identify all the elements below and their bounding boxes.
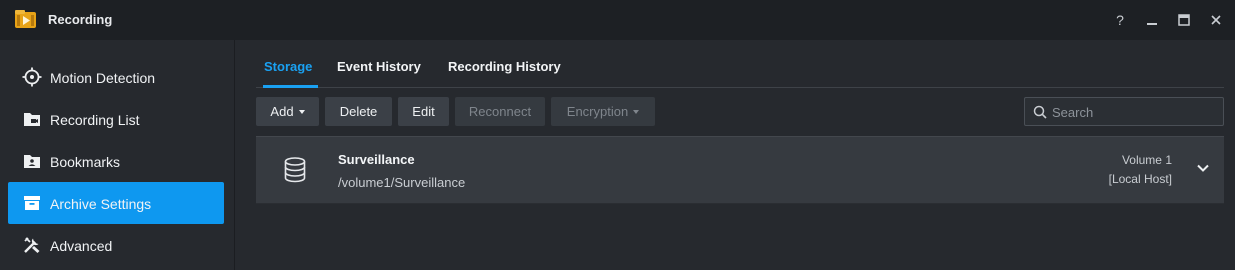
maximize-icon[interactable] (1174, 10, 1194, 30)
bookmark-folder-icon (24, 155, 40, 168)
active-tab-indicator (263, 85, 318, 88)
sidebar-item-label: Motion Detection (50, 70, 156, 86)
search-box[interactable] (1024, 97, 1224, 126)
tab-bar: Storage Event History Recording History (256, 40, 1224, 88)
folder-video-icon (24, 113, 40, 126)
storage-volume: Volume 1 (1121, 153, 1172, 167)
main-panel: Storage Event History Recording History … (236, 40, 1235, 270)
sidebar-item-label: Advanced (50, 238, 113, 254)
sidebar-item-archive-settings[interactable]: Archive Settings (8, 182, 224, 224)
search-input[interactable] (1052, 102, 1217, 122)
storage-path: /volume1/Surveillance (338, 175, 466, 190)
storage-host: [Local Host] (1108, 172, 1172, 186)
edit-button-label: Edit (412, 104, 435, 119)
archive-box-icon (24, 196, 40, 210)
search-icon (1033, 105, 1047, 119)
sidebar-item-advanced[interactable]: Advanced (8, 224, 224, 266)
recording-app-icon (15, 10, 36, 28)
chevron-down-icon (633, 110, 640, 114)
delete-button-label: Delete (339, 104, 378, 119)
window-title: Recording (48, 12, 113, 27)
minimize-icon[interactable] (1142, 10, 1162, 30)
sidebar-item-label: Recording List (50, 112, 140, 128)
sidebar: Motion Detection Recording List Bookmark… (0, 40, 235, 270)
encryption-button[interactable]: Encryption (551, 97, 655, 126)
sidebar-item-motion-detection[interactable]: Motion Detection (8, 56, 224, 98)
crosshair-icon (22, 67, 42, 87)
sidebar-item-label: Bookmarks (50, 154, 121, 170)
delete-button[interactable]: Delete (325, 97, 392, 126)
add-button-label: Add (270, 104, 294, 119)
encryption-button-label: Encryption (566, 104, 629, 119)
sidebar-item-recording-list[interactable]: Recording List (8, 98, 224, 140)
help-icon[interactable]: ? (1110, 10, 1130, 30)
chevron-down-icon (298, 110, 305, 114)
storage-name: Surveillance (338, 152, 415, 167)
chevron-down-icon[interactable] (1196, 161, 1210, 175)
edit-button[interactable]: Edit (398, 97, 449, 126)
reconnect-button-label: Reconnect (468, 104, 532, 119)
sidebar-item-bookmarks[interactable]: Bookmarks (8, 140, 224, 182)
tools-icon (24, 237, 40, 253)
storage-list-item[interactable]: Surveillance /volume1/Surveillance Volum… (256, 136, 1224, 204)
title-bar: Recording ? (0, 0, 1235, 40)
database-icon (284, 157, 306, 183)
tab-event-history[interactable]: Event History (337, 59, 421, 74)
add-button[interactable]: Add (256, 97, 319, 126)
sidebar-item-label: Archive Settings (50, 196, 152, 212)
reconnect-button[interactable]: Reconnect (455, 97, 545, 126)
tab-storage[interactable]: Storage (264, 59, 312, 74)
tab-recording-history[interactable]: Recording History (448, 59, 561, 74)
close-icon[interactable] (1206, 10, 1226, 30)
